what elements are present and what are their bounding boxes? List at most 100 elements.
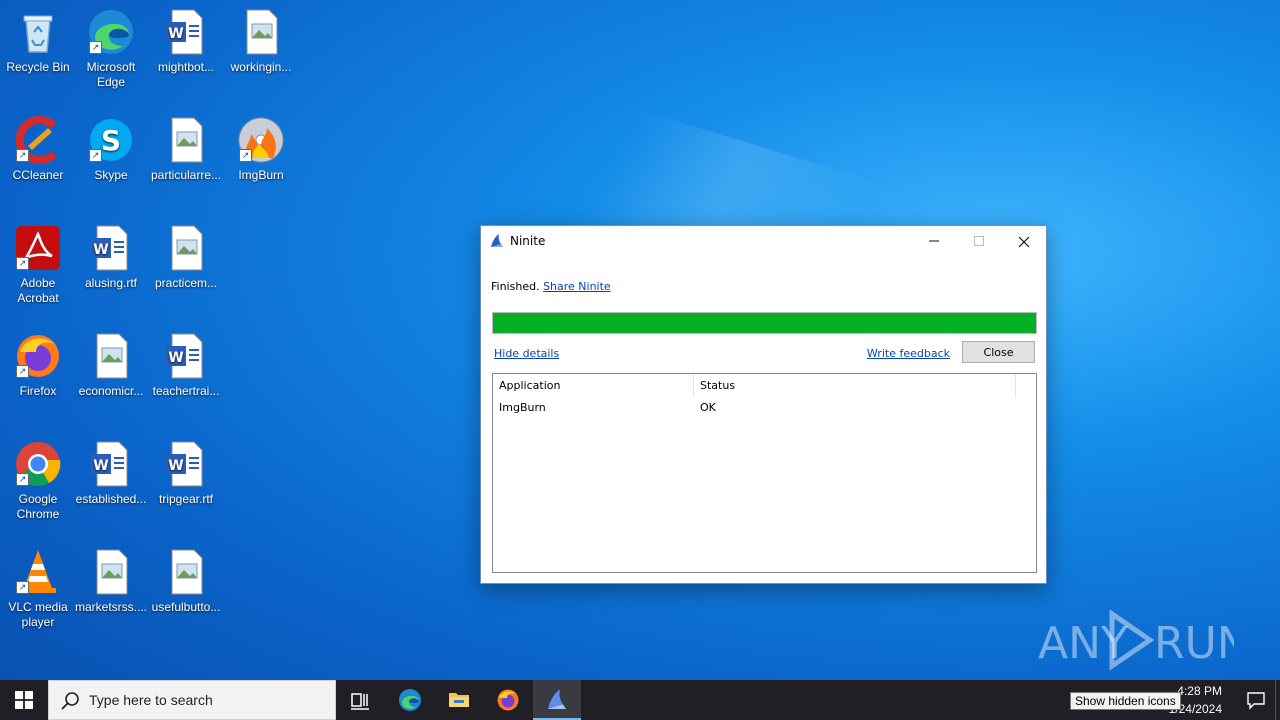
share-ninite-link[interactable]: Share Ninite — [543, 280, 611, 293]
anyrun-watermark: ANY RUN — [1038, 609, 1250, 671]
desktop-icon-economicr[interactable]: economicr... — [73, 332, 149, 399]
ninite-logo-icon — [489, 233, 505, 249]
word-document-icon: W — [162, 332, 210, 380]
taskbar-search-box[interactable]: Type here to search — [48, 680, 336, 720]
cell-status: OK — [700, 401, 716, 414]
taskbar-file-explorer[interactable] — [435, 680, 483, 720]
ninite-window: Ninite Finished. Share Ninite Hide detai… — [480, 225, 1047, 584]
desktop-icon-workingin[interactable]: workingin... — [223, 8, 299, 75]
svg-text:W: W — [93, 242, 108, 258]
shortcut-arrow-icon: ↗ — [16, 257, 29, 270]
show-desktop-button[interactable] — [1275, 680, 1280, 720]
desktop-icon-label: workingin... — [230, 60, 292, 74]
adobe-acrobat-icon: ↗ — [14, 224, 62, 272]
maximize-icon — [973, 236, 984, 246]
desktop-icon-mightbot[interactable]: W mightbot... — [148, 8, 224, 75]
desktop-icon-skype[interactable]: S ↗ Skype — [73, 116, 149, 183]
window-titlebar[interactable]: Ninite — [481, 226, 1046, 256]
search-placeholder: Type here to search — [89, 692, 213, 708]
desktop-icon-label: Recycle Bin — [6, 60, 70, 74]
recycle-bin-icon — [14, 8, 62, 56]
image-file-icon — [87, 332, 135, 380]
svg-text:W: W — [168, 26, 183, 42]
desktop-icon-established[interactable]: W established... — [73, 440, 149, 507]
image-file-icon — [162, 116, 210, 164]
image-file-icon — [162, 548, 210, 596]
taskbar-firefox[interactable] — [484, 680, 532, 720]
desktop-icon-imgburn[interactable]: ↗ ImgBurn — [223, 116, 299, 183]
desktop-icon-firefox[interactable]: ↗ Firefox — [0, 332, 76, 399]
close-button[interactable]: Close — [962, 341, 1035, 363]
desktop-icon-google-chrome[interactable]: ↗ Google Chrome — [0, 440, 76, 522]
maximize-button[interactable] — [956, 226, 1001, 256]
desktop-icon-recycle-bin[interactable]: Recycle Bin — [0, 8, 76, 75]
minimize-button[interactable] — [911, 226, 956, 256]
desktop-icon-label: Adobe Acrobat — [17, 276, 59, 305]
desktop-icon-tripgear[interactable]: W tripgear.rtf — [148, 440, 224, 507]
details-list[interactable]: Application Status ImgBurn OK — [492, 373, 1037, 573]
image-file-icon — [162, 224, 210, 272]
desktop-icon-label: VLC media player — [8, 600, 68, 629]
desktop-icon-vlc[interactable]: ↗ VLC media player — [0, 548, 76, 630]
show-hidden-icons-tooltip: Show hidden icons — [1070, 692, 1181, 710]
desktop-icon-ccleaner[interactable]: ↗ CCleaner — [0, 116, 76, 183]
shortcut-arrow-icon: ↗ — [89, 149, 102, 162]
desktop-icon-usefulbutto[interactable]: usefulbutto... — [148, 548, 224, 615]
imgburn-disc-icon: ↗ — [237, 116, 285, 164]
word-document-icon: W — [162, 440, 210, 488]
image-file-icon — [87, 548, 135, 596]
task-view-button[interactable] — [336, 680, 384, 720]
taskbar-ninite[interactable] — [533, 680, 581, 720]
desktop-icon-microsoft-edge[interactable]: ↗ Microsoft Edge — [73, 8, 149, 90]
svg-text:W: W — [93, 458, 108, 474]
close-icon — [1018, 236, 1029, 247]
window-title: Ninite — [510, 234, 546, 248]
skype-icon: S ↗ — [87, 116, 135, 164]
column-header-application[interactable]: Application — [493, 374, 694, 398]
word-document-icon: W — [87, 224, 135, 272]
ninite-logo-icon — [548, 689, 566, 709]
shortcut-arrow-icon: ↗ — [16, 365, 29, 378]
desktop-icon-label: particularre... — [150, 168, 222, 182]
desktop-icon-label: Google Chrome — [16, 492, 60, 521]
desktop-icon-label: Skype — [94, 168, 128, 182]
desktop-icon-marketsrss[interactable]: marketsrss.... — [73, 548, 149, 615]
desktop-icon-label: CCleaner — [12, 168, 64, 182]
desktop-icon-alusing[interactable]: W alusing.rtf — [73, 224, 149, 291]
desktop-icon-teachertrai[interactable]: W teachertrai... — [148, 332, 224, 399]
shortcut-arrow-icon: ↗ — [16, 149, 29, 162]
shortcut-arrow-icon: ↗ — [16, 473, 29, 486]
list-header: Application Status — [493, 374, 1036, 399]
start-button[interactable] — [0, 680, 48, 720]
desktop-icon-label: marketsrss.... — [74, 600, 147, 614]
shortcut-arrow-icon: ↗ — [239, 149, 252, 162]
folder-icon — [449, 693, 469, 707]
image-file-icon — [237, 8, 285, 56]
firefox-icon — [497, 689, 519, 711]
progress-bar-fill — [493, 313, 1036, 333]
desktop-icon-label: Microsoft Edge — [86, 60, 136, 89]
desktop-icon-label: ImgBurn — [238, 168, 284, 182]
hide-details-link[interactable]: Hide details — [494, 347, 559, 360]
edge-icon — [399, 689, 421, 711]
ccleaner-icon: ↗ — [14, 116, 62, 164]
action-center-button[interactable] — [1232, 680, 1280, 720]
status-text: Finished. — [491, 280, 540, 293]
desktop-icon-practicem[interactable]: practicem... — [148, 224, 224, 291]
desktop-icon-label: economicr... — [78, 384, 144, 398]
column-header-status[interactable]: Status — [694, 374, 1016, 398]
task-view-icon — [351, 693, 369, 710]
search-icon — [61, 692, 79, 710]
vlc-cone-icon: ↗ — [14, 548, 62, 596]
window-close-button[interactable] — [1001, 226, 1046, 256]
windows-logo-icon — [15, 691, 33, 709]
desktop-icon-adobe-acrobat[interactable]: ↗ Adobe Acrobat — [0, 224, 76, 306]
desktop-icon-label: practicem... — [154, 276, 217, 290]
svg-text:W: W — [168, 350, 183, 366]
taskbar-edge[interactable] — [386, 680, 434, 720]
write-feedback-link[interactable]: Write feedback — [867, 347, 950, 360]
table-row[interactable]: ImgBurn OK — [493, 398, 1036, 418]
svg-text:S: S — [101, 124, 121, 157]
desktop-icon-particularre[interactable]: particularre... — [148, 116, 224, 183]
chrome-icon: ↗ — [14, 440, 62, 488]
